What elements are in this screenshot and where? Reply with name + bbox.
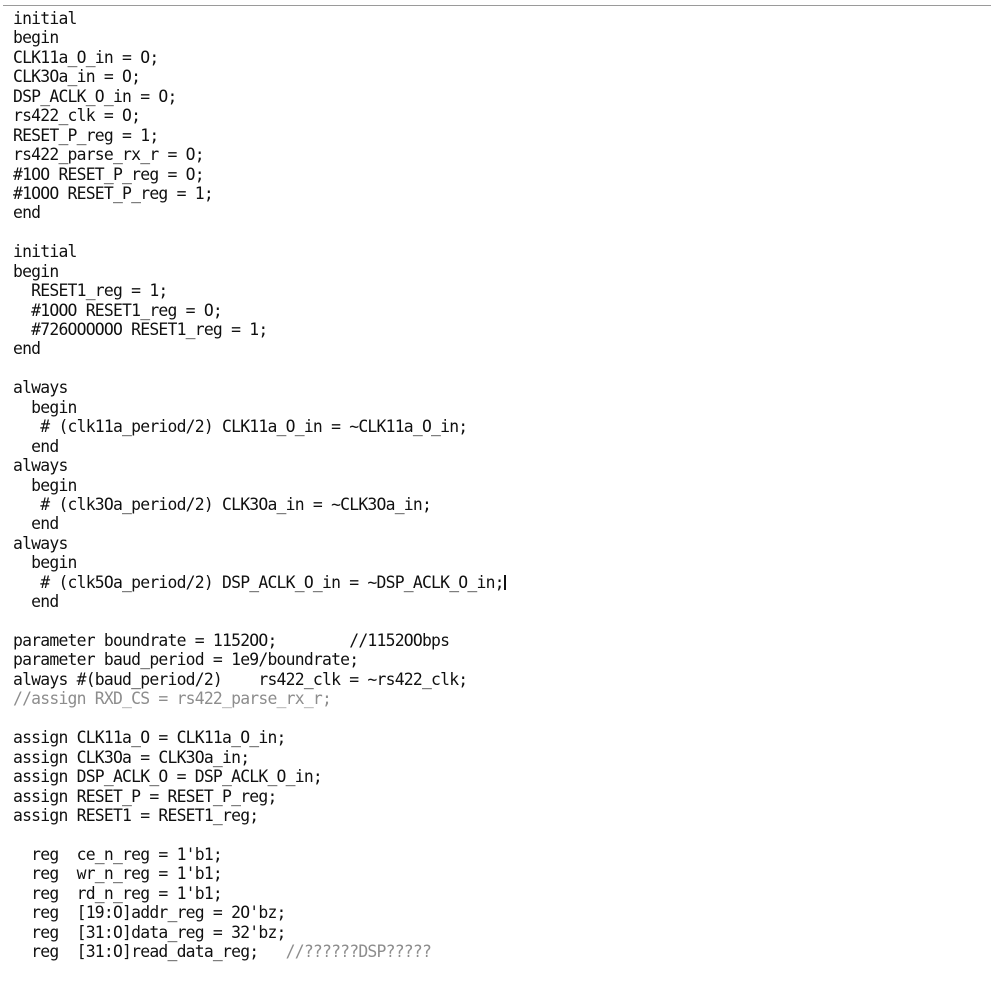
code-line: begin	[13, 475, 77, 495]
code-page: initial begin CLK11a_O_in = O; CLK3Oa_in = …	[0, 0, 1000, 982]
code-line: reg [19:O]addr_reg = 2O'bz;	[13, 903, 286, 923]
code-text: # (clk5Oa_period/2) DSP_ACLK_O_in = ~DSP…	[13, 572, 504, 592]
code-line: reg wr_n_reg = 1'b1;	[13, 864, 223, 884]
code-line: reg [31:O]read_data_reg; //??????DSP????…	[0, 942, 1000, 961]
code-line: assign DSP_ACLK_O = DSP_ACLK_O_in;	[13, 767, 323, 787]
code-text-area[interactable]: initial begin CLK11a_O_in = O; CLK3Oa_in = …	[0, 9, 1000, 961]
code-line: RESET1_reg = 1;	[13, 281, 168, 301]
code-line: CLK11a_O_in = O;	[13, 47, 159, 67]
code-line: rs422_clk = O;	[13, 106, 141, 126]
code-line: initial	[13, 242, 77, 262]
code-line: reg ce_n_reg = 1'b1;	[13, 844, 223, 864]
code-line: #726OOOOOO RESET1_reg = 1;	[13, 320, 268, 339]
code-line: always	[13, 533, 68, 553]
code-line: assign RESET1 = RESET1_reg;	[13, 805, 259, 825]
code-line: always	[13, 456, 68, 476]
code-line: assign CLK11a_O = CLK11a_O_in;	[13, 728, 286, 748]
code-line: # (clk11a_period/2) CLK11a_O_in = ~CLK11…	[13, 417, 468, 437]
code-line: always #(baud_period/2) rs422_clk = ~rs4…	[13, 669, 468, 689]
code-line: DSP_ACLK_O_in = O;	[13, 86, 177, 106]
code-line: assign CLK3Oa = CLK3Oa_in;	[13, 747, 250, 767]
text-cursor-caret	[503, 574, 506, 590]
code-line: RESET_P_reg = 1;	[13, 125, 159, 145]
code-line: parameter boundrate = 1152OO; //1152OObp…	[13, 631, 450, 650]
code-comment-line: //assign RXD_CS = rs422_parse_rx_r;	[13, 689, 332, 709]
code-line: end	[13, 514, 59, 534]
top-divider-rule	[3, 5, 991, 6]
code-text: reg [31:O]read_data_reg;	[13, 942, 286, 961]
code-line: begin	[13, 397, 77, 417]
code-line: initial	[13, 9, 77, 28]
code-line: end	[13, 203, 41, 223]
code-line: rs422_parse_rx_r = O;	[13, 145, 205, 165]
code-line: # (clk5Oa_period/2) DSP_ACLK_O_in = ~DSP…	[0, 573, 1000, 592]
code-line: CLK3Oa_in = O;	[13, 67, 141, 87]
code-line: parameter baud_period = 1e9/boundrate;	[13, 650, 359, 670]
code-line: assign RESET_P = RESET_P_reg;	[13, 786, 277, 806]
code-inline-comment: //??????DSP?????	[285, 942, 432, 961]
code-line: begin	[13, 261, 59, 281]
code-line: #1OO RESET_P_reg = O;	[13, 164, 205, 184]
code-line: always	[13, 378, 68, 398]
code-line: end	[13, 436, 59, 456]
code-line: begin	[13, 553, 77, 573]
code-line: reg rd_n_reg = 1'b1;	[13, 883, 223, 903]
code-line: #1OOO RESET_P_reg = 1;	[13, 183, 214, 203]
code-line: reg [31:O]data_reg = 32'bz;	[13, 922, 286, 942]
code-line: begin	[13, 28, 59, 48]
code-line: end	[13, 592, 59, 612]
code-line: end	[13, 339, 41, 359]
code-line: #1OOO RESET1_reg = O;	[13, 300, 223, 320]
code-line: # (clk3Oa_period/2) CLK3Oa_in = ~CLK3Oa_…	[13, 494, 432, 514]
